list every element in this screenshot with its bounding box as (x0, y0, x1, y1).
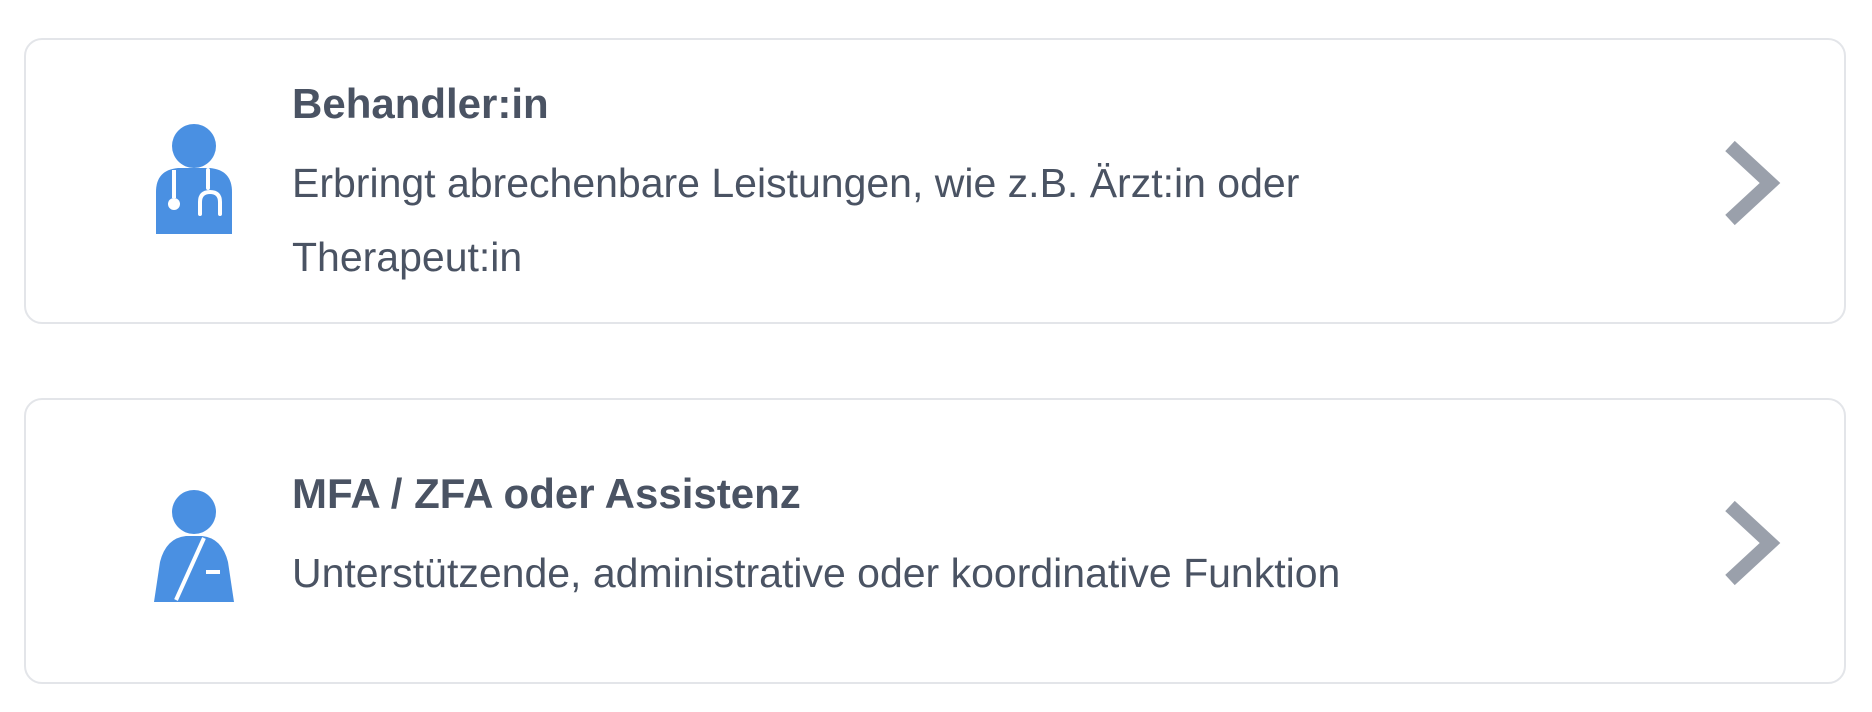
doctor-stethoscope-icon (130, 118, 258, 246)
role-option-title: Behandler:in (292, 80, 549, 127)
role-option-description: Erbringt abrechenbare Leistungen, wie z.… (292, 160, 1300, 280)
role-option-text: MFA / ZFA oder Assistenz Unterstützende,… (292, 466, 1684, 610)
role-option-title: MFA / ZFA oder Assistenz (292, 470, 801, 517)
chevron-right-icon (1722, 138, 1782, 228)
assistant-person-icon (130, 484, 258, 612)
role-option-text: Behandler:in Erbringt abrechenbare Leist… (292, 76, 1684, 294)
role-selection-list: Behandler:in Erbringt abrechenbare Leist… (0, 0, 1872, 712)
role-option-description: Unterstützende, administrative oder koor… (292, 550, 1341, 596)
chevron-right-icon (1722, 498, 1782, 588)
role-option-behandler[interactable]: Behandler:in Erbringt abrechenbare Leist… (24, 38, 1846, 324)
role-option-mfa-zfa-assistenz[interactable]: MFA / ZFA oder Assistenz Unterstützende,… (24, 398, 1846, 684)
